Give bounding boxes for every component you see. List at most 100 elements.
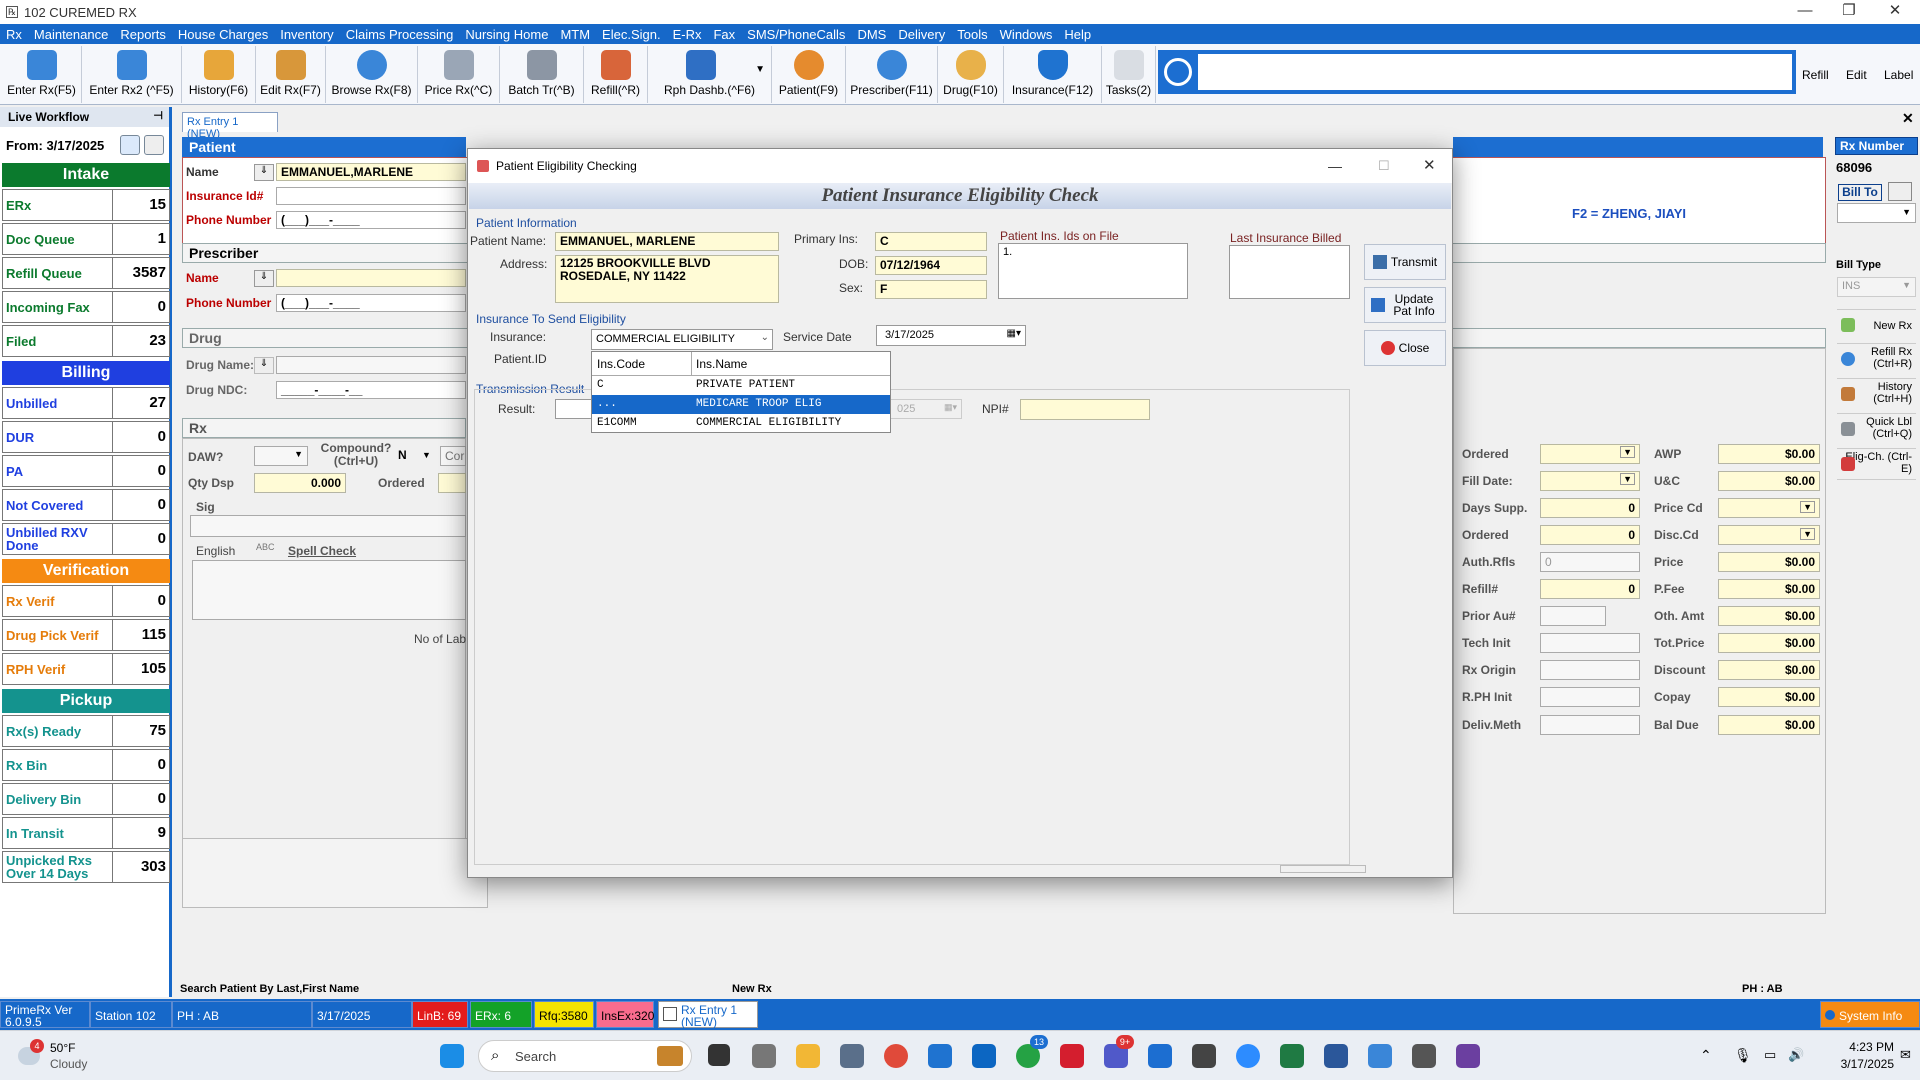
prescriber-lookup-icon[interactable]: ⇓ [254,270,274,287]
zoom-icon[interactable] [1236,1044,1260,1068]
workflow-row-rx-bin[interactable]: Rx Bin 0 [2,749,170,781]
open-window-rx-entry[interactable]: Rx Entry 1 (NEW) [658,1001,758,1028]
chevron-down-icon[interactable]: ▼ [755,64,765,75]
linb-indicator[interactable]: LinB: 69 [412,1001,468,1028]
minimize-button[interactable]: — [1782,0,1828,24]
prior-auth-field[interactable] [1540,606,1606,626]
primary-ins-field[interactable]: C [875,232,987,251]
taskbar-search-box[interactable]: ⌕ Search [478,1040,692,1072]
menu-claims-processing[interactable]: Claims Processing [340,27,460,42]
close-button[interactable]: ✕ [1872,0,1918,24]
dlg-patient-name-field[interactable]: EMMANUEL, MARLENE [555,232,779,251]
prescriber-phone-field[interactable]: (___)___-____ [276,294,466,312]
ordered-qty-field[interactable]: 0 [1540,525,1640,545]
patient-lookup-icon[interactable]: ⇓ [254,164,274,181]
enter-rx-button[interactable]: Enter Rx(F5) [2,46,82,103]
drug-lookup-icon[interactable]: ⇓ [254,357,274,374]
fill-date-field[interactable]: ▼ [1540,471,1640,491]
workflow-row-in-transit[interactable]: In Transit 9 [2,817,170,849]
patient-name-field[interactable]: EMMANUEL,MARLENE [276,163,466,181]
tab-rx-entry-1[interactable]: Rx Entry 1 (NEW) [182,112,278,140]
update-pat-info-button[interactable]: Update Pat Info [1364,287,1446,323]
awp-field[interactable]: $0.00 [1718,444,1820,464]
chevron-up-icon[interactable]: ⌃ [1700,1047,1712,1064]
history-button[interactable]: History(F6) [182,46,256,103]
dlg-address-field[interactable]: 12125 BROOKVILLE BLVD ROSEDALE, NY 11422 [555,255,779,303]
insurance-exception-indicator[interactable]: InsEx:320 [596,1001,654,1028]
menu-sms[interactable]: SMS/PhoneCalls [741,27,851,42]
menu-help[interactable]: Help [1058,27,1097,42]
history-rx-button[interactable]: History (Ctrl+H) [1837,378,1916,410]
workflow-row-drug-pick-verif[interactable]: Drug Pick Verif 115 [2,619,170,651]
task-view-icon[interactable] [708,1044,730,1066]
notifications-icon[interactable]: ✉ [1900,1047,1911,1063]
copay-field[interactable]: $0.00 [1718,687,1820,707]
clock-date[interactable]: 3/17/2025 [1820,1057,1894,1071]
acrobat-icon[interactable] [1060,1044,1084,1068]
tasks-button[interactable]: Tasks(2) [1102,46,1156,103]
menu-mtm[interactable]: MTM [554,27,596,42]
notepad-icon[interactable] [1148,1044,1172,1068]
pin-icon[interactable]: ⊣ [153,109,163,122]
bill-to-edit-icon[interactable] [1888,182,1912,201]
menu-elec-sign[interactable]: Elec.Sign. [596,27,667,42]
menu-tools[interactable]: Tools [951,27,993,42]
menu-maintenance[interactable]: Maintenance [28,27,114,42]
drug-name-field[interactable] [276,356,466,374]
dialog-close-icon[interactable]: ✕ [1423,149,1436,183]
menu-nursing-home[interactable]: Nursing Home [459,27,554,42]
workflow-row-erx[interactable]: ERx 15 [2,189,170,221]
workflow-row-incoming-fax[interactable]: Incoming Fax 0 [2,291,170,323]
refill-queue-indicator[interactable]: Rfq:3580 [534,1001,594,1028]
sig-text-area[interactable] [192,560,466,620]
excel-icon[interactable] [1280,1044,1304,1068]
other-amount-field[interactable]: $0.00 [1718,606,1820,626]
prescriber-button[interactable]: Prescriber(F11) [846,46,938,103]
menu-windows[interactable]: Windows [994,27,1059,42]
label-refill-button[interactable]: Refill [1802,68,1829,82]
maximize-button[interactable]: ❐ [1826,0,1872,24]
daw-select[interactable]: ▼ [254,446,308,466]
calculator-icon[interactable] [840,1044,864,1068]
dropdown-option-private-patient[interactable]: C PRIVATE PATIENT [592,376,890,395]
primerx-window-icon[interactable] [1412,1044,1436,1068]
microphone-icon[interactable]: 🎙 [1734,1047,1752,1064]
trello-icon[interactable] [972,1044,996,1068]
phone-number-field[interactable]: (___)___-____ [276,211,466,229]
sex-field[interactable]: F [875,280,987,299]
insurance-button[interactable]: Insurance(F12) [1004,46,1102,103]
insurance-id-field[interactable] [276,187,466,205]
workflow-row-pa[interactable]: PA 0 [2,455,170,487]
compound-value[interactable]: N [398,448,407,462]
chrome-icon[interactable] [884,1044,908,1068]
menu-inventory[interactable]: Inventory [274,27,339,42]
label-button[interactable]: Label [1884,68,1913,82]
npi-field[interactable] [1020,399,1150,420]
dialog-maximize-button[interactable]: ☐ [1378,149,1390,183]
volume-icon[interactable]: 🔊 [1788,1047,1804,1063]
delivery-method-select[interactable] [1540,715,1640,735]
sig-field[interactable] [190,515,466,537]
menu-erx[interactable]: E-Rx [667,27,708,42]
days-supply-field[interactable]: 0 [1540,498,1640,518]
dropdown-option-commercial-eligibility[interactable]: E1COMM COMMERCIAL ELIGIBILITY [592,414,890,433]
workflow-row-rx-ready[interactable]: Rx(s) Ready 75 [2,715,170,747]
rph-dashboard-button[interactable]: Rph Dashb.(^F6) ▼ [648,46,772,103]
calendar-icon[interactable]: ▦▾ [1007,328,1021,339]
search-icon[interactable] [1164,58,1192,86]
service-date-field[interactable]: 3/17/2025 ▦▾ [876,325,1026,346]
bill-type-select[interactable]: INS ▼ [1837,277,1916,297]
new-rx-button[interactable]: New Rx [1837,309,1916,341]
file-explorer-icon[interactable] [796,1044,820,1068]
balance-due-field[interactable]: $0.00 [1718,715,1820,735]
eligibility-check-button[interactable]: Elig-Ch. (Ctrl-E) [1837,448,1916,480]
price-code-select[interactable]: ▼ [1718,498,1820,518]
ins-ids-list[interactable]: 1. [998,243,1188,299]
insurance-select[interactable]: COMMERCIAL ELIGIBILITY ⌄ [591,329,773,350]
menu-rx[interactable]: Rx [0,27,28,42]
dialog-resize-handle[interactable] [1280,865,1366,873]
dropdown-option-medicare-troop-elig[interactable]: ... MEDICARE TROOP ELIG [592,395,890,414]
result-field[interactable] [555,399,595,419]
clock-time[interactable]: 4:23 PM [1820,1040,1894,1054]
pfee-field[interactable]: $0.00 [1718,579,1820,599]
